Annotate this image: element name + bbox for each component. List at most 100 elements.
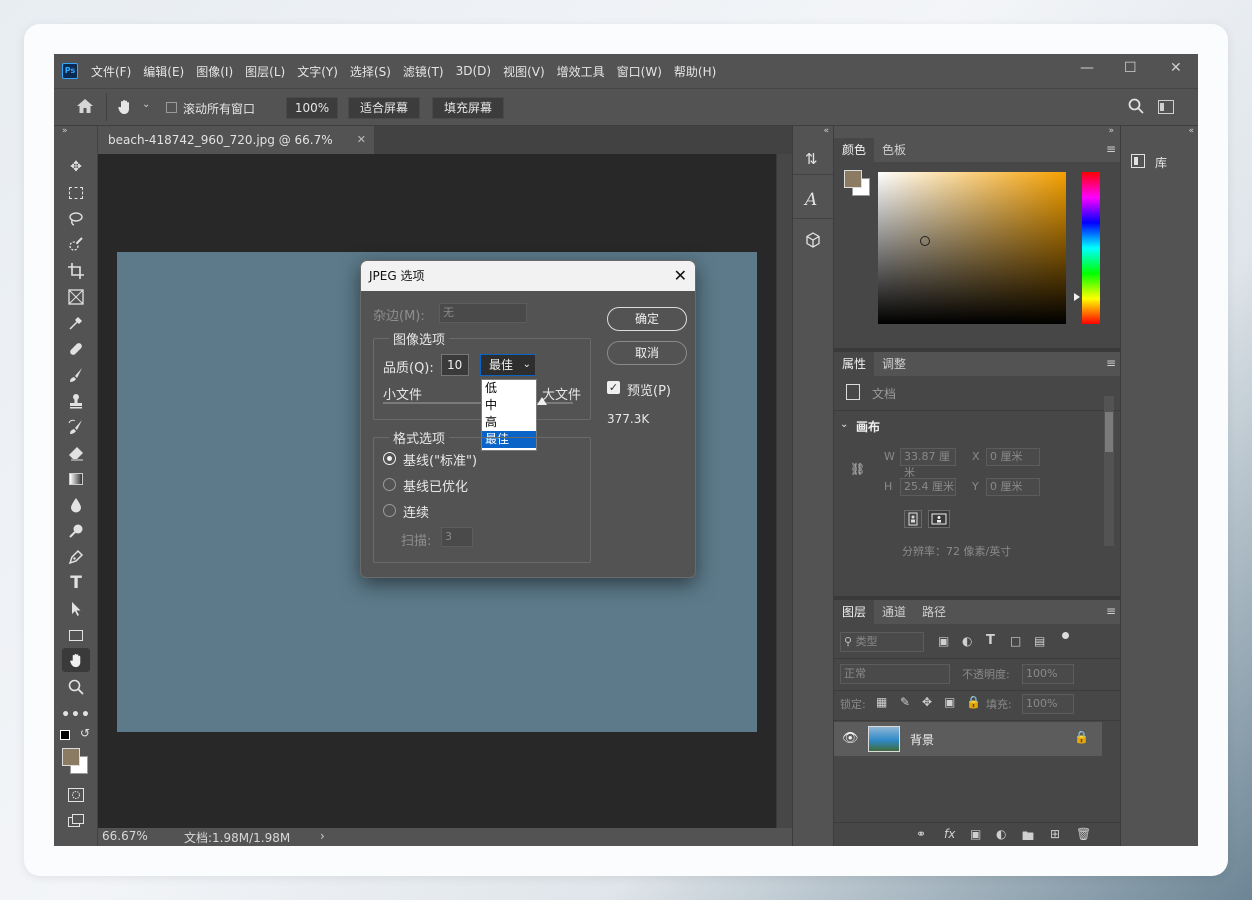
layer-row-background[interactable]: 👁 背景 🔒 (834, 722, 1102, 756)
history-panel-icon[interactable]: ⇅ (805, 150, 818, 168)
cancel-button[interactable]: 取消 (607, 341, 687, 365)
layer-kind-filter[interactable]: ⚲ 类型 (840, 632, 924, 652)
trash-icon[interactable]: 🗑 (1076, 827, 1091, 841)
minimize-icon[interactable]: — (1080, 60, 1094, 76)
hand-tool-icon[interactable] (116, 98, 134, 119)
fit-screen-button[interactable]: 适合屏幕 (348, 97, 420, 119)
tab-color[interactable]: 颜色 (834, 138, 875, 162)
rectangle-tool-icon[interactable] (64, 624, 88, 646)
tab-close-icon[interactable]: ✕ (357, 126, 366, 154)
new-layer-icon[interactable]: ⊞ (1050, 827, 1060, 841)
canvas-scrollbar[interactable] (776, 154, 792, 828)
hue-slider-thumb[interactable] (1074, 293, 1080, 301)
eraser-tool-icon[interactable] (64, 442, 88, 464)
quality-slider-thumb[interactable] (537, 397, 547, 405)
healing-brush-icon[interactable] (64, 338, 88, 360)
character-panel-icon[interactable]: A (805, 190, 817, 210)
tab-channels[interactable]: 通道 (882, 600, 906, 624)
filter-adjustment-icon[interactable]: ◐ (962, 634, 972, 648)
status-arrow-icon[interactable]: › (320, 829, 325, 843)
quality-option-low[interactable]: 低 (482, 380, 536, 397)
move-tool-icon[interactable]: ✥ (64, 156, 88, 178)
zoom-tool-icon[interactable] (64, 676, 88, 698)
hand-tool-active-icon[interactable] (62, 648, 90, 672)
pen-tool-icon[interactable] (64, 546, 88, 568)
filter-smart-object-icon[interactable]: ▤ (1034, 634, 1045, 648)
filter-type-icon[interactable]: T (986, 633, 995, 648)
library-icon[interactable] (1131, 154, 1145, 171)
marquee-tool-icon[interactable] (64, 182, 88, 204)
path-select-icon[interactable] (64, 598, 88, 620)
menu-select[interactable]: 选择(S) (350, 63, 391, 80)
menu-edit[interactable]: 编辑(E) (143, 63, 184, 80)
ok-button[interactable]: 确定 (607, 307, 687, 331)
lock-position-icon[interactable]: ✥ (922, 695, 932, 709)
landscape-icon[interactable] (928, 510, 950, 528)
collapse-icon[interactable]: » (1108, 126, 1114, 136)
quality-option-medium[interactable]: 中 (482, 397, 536, 414)
brush-tool-icon[interactable] (64, 364, 88, 386)
blur-tool-icon[interactable] (64, 494, 88, 516)
tab-adjustments[interactable]: 调整 (882, 352, 906, 376)
menu-help[interactable]: 帮助(H) (674, 63, 716, 80)
filter-toggle-icon[interactable] (1062, 632, 1069, 639)
panel-menu-icon[interactable]: ≡ (1106, 356, 1116, 370)
collapse-icon[interactable]: « (823, 126, 829, 136)
maximize-icon[interactable]: ☐ (1124, 60, 1137, 76)
menu-window[interactable]: 窗口(W) (617, 63, 662, 80)
scroll-thumb[interactable] (1105, 412, 1113, 452)
preview-checkbox[interactable]: ✓ (607, 381, 620, 394)
screen-mode-icon[interactable] (64, 810, 88, 832)
color-field[interactable] (878, 172, 1066, 324)
menu-image[interactable]: 图像(I) (196, 63, 233, 80)
lock-pixels-icon[interactable]: ✎ (900, 695, 910, 709)
menu-layer[interactable]: 图层(L) (245, 63, 285, 80)
tab-paths[interactable]: 路径 (922, 600, 946, 624)
type-tool-icon[interactable]: T (64, 572, 88, 594)
fx-icon[interactable]: fx (944, 827, 955, 841)
color-picker-marker[interactable] (920, 236, 930, 246)
visibility-eye-icon[interactable]: 👁 (842, 731, 859, 746)
quality-option-high[interactable]: 高 (482, 414, 536, 431)
lock-artboard-icon[interactable]: ▣ (944, 695, 955, 709)
adjustment-layer-icon[interactable]: ◐ (996, 827, 1006, 841)
hue-slider[interactable] (1082, 172, 1100, 324)
menu-file[interactable]: 文件(F) (91, 63, 131, 80)
tab-properties[interactable]: 属性 (834, 352, 875, 376)
collapse-icon[interactable]: « (1188, 126, 1194, 136)
new-group-icon[interactable]: 🖿 (1022, 827, 1034, 846)
zoom-100-button[interactable]: 100% (286, 97, 338, 119)
collapse-icon[interactable]: » (62, 126, 68, 136)
home-icon[interactable] (76, 98, 94, 117)
lock-transparent-icon[interactable]: ▦ (876, 695, 887, 709)
progressive-radio[interactable] (383, 504, 396, 517)
stamp-tool-icon[interactable] (64, 390, 88, 412)
tab-layers[interactable]: 图层 (834, 600, 875, 624)
quality-input[interactable]: 10 (441, 354, 469, 376)
filter-shape-icon[interactable]: □ (1010, 634, 1021, 648)
baseline-standard-radio[interactable] (383, 452, 396, 465)
chevron-down-icon[interactable]: ⌄ (840, 419, 848, 430)
menu-view[interactable]: 视图(V) (503, 63, 545, 80)
blend-mode-select[interactable]: 正常 (840, 664, 950, 684)
quick-mask-icon[interactable] (64, 784, 88, 806)
default-colors-icon[interactable] (60, 730, 70, 740)
filter-pixel-icon[interactable]: ▣ (938, 634, 949, 648)
zoom-level[interactable]: 66.67% (102, 829, 148, 843)
dialog-close-icon[interactable]: ✕ (674, 261, 687, 291)
foreground-color-swatch[interactable] (844, 170, 862, 188)
link-icon[interactable]: ⛓ (850, 462, 865, 476)
library-label[interactable]: 库 (1155, 154, 1167, 171)
menu-type[interactable]: 文字(Y) (297, 63, 338, 80)
portrait-icon[interactable] (904, 510, 922, 528)
quick-select-icon[interactable] (64, 234, 88, 256)
opacity-field[interactable]: 100% (1022, 664, 1074, 684)
3d-panel-icon[interactable] (805, 232, 821, 251)
lock-all-icon[interactable]: 🔒 (966, 695, 981, 709)
menu-filter[interactable]: 滤镜(T) (403, 63, 444, 80)
layer-mask-icon[interactable]: ▣ (970, 827, 981, 841)
properties-scrollbar[interactable] (1104, 396, 1114, 546)
scroll-all-checkbox[interactable] (166, 102, 177, 113)
search-icon[interactable] (1128, 98, 1144, 117)
lasso-tool-icon[interactable] (64, 208, 88, 230)
